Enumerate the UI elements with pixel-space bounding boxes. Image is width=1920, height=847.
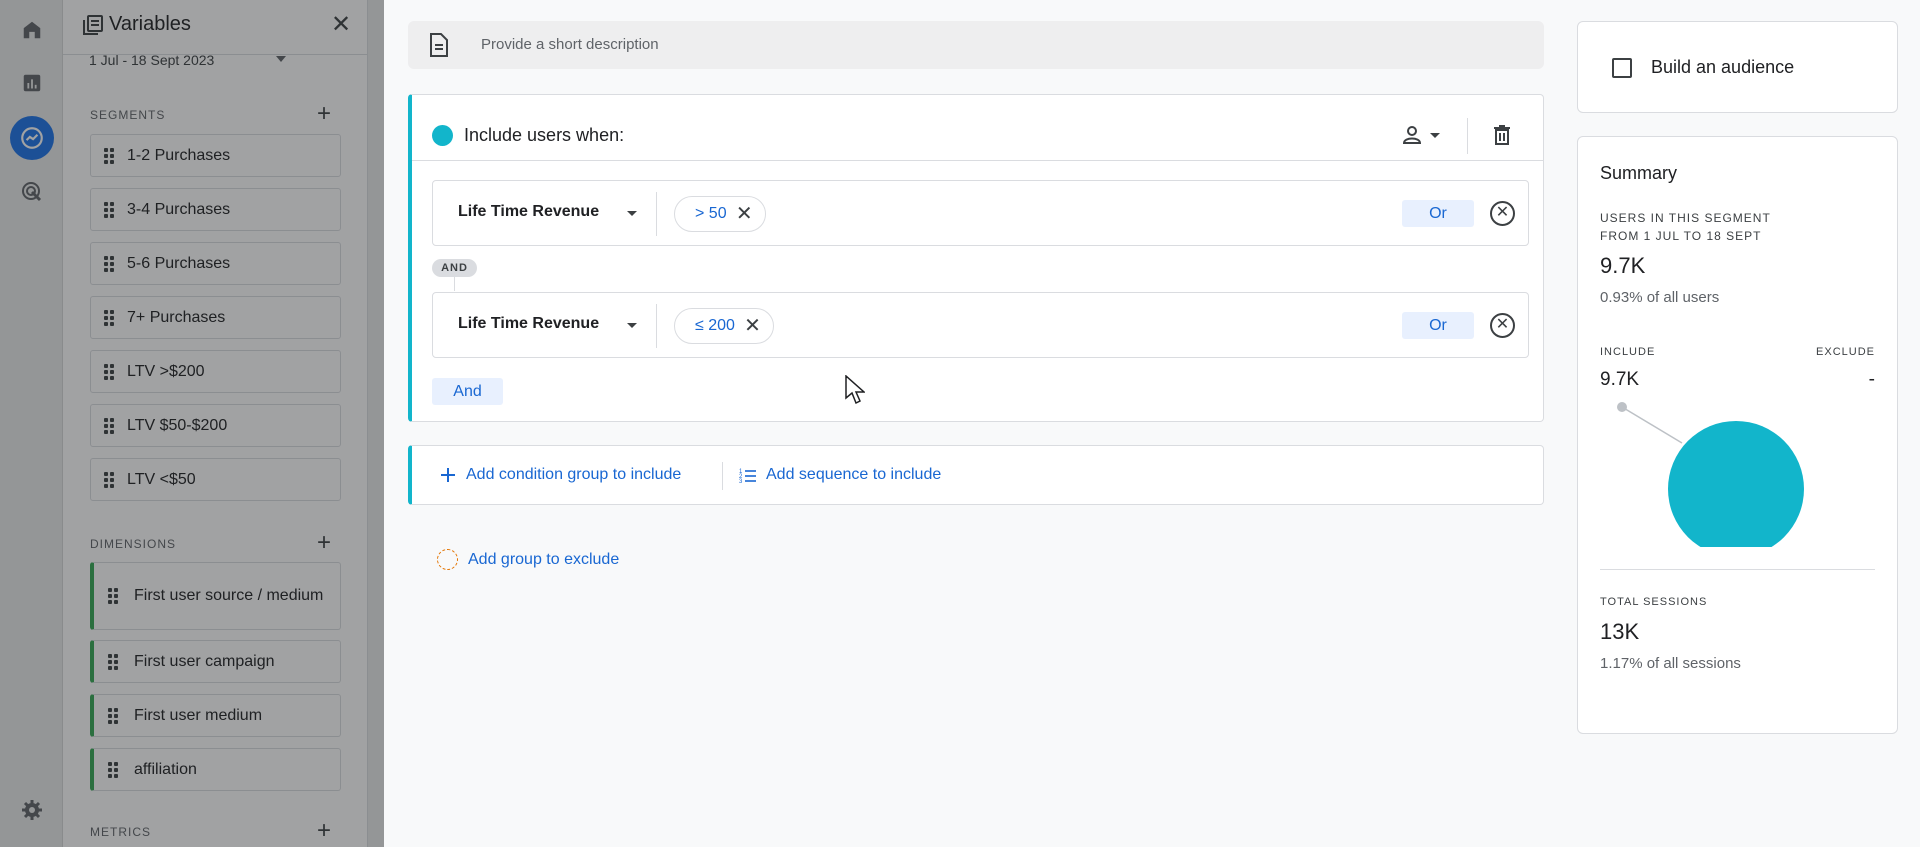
chevron-down-icon[interactable] <box>627 211 637 216</box>
condition-value-chip[interactable]: > 50 ✕ <box>674 196 766 232</box>
summary-card: Summary USERS IN THIS SEGMENT FROM 1 JUL… <box>1577 136 1898 734</box>
sessions-label: TOTAL SESSIONS <box>1600 596 1708 608</box>
sequence-icon: 123 <box>738 465 758 485</box>
include-slice <box>1668 421 1804 547</box>
exclude-group-icon <box>437 549 458 570</box>
add-include-actions: Add condition group to include 123 Add s… <box>408 445 1544 505</box>
add-exclude-group-button[interactable]: Add group to exclude <box>437 549 619 570</box>
add-condition-group-button[interactable]: Add condition group to include <box>438 465 681 485</box>
add-condition-group-label: Add condition group to include <box>466 466 682 483</box>
close-icon[interactable]: ✕ <box>736 197 753 231</box>
add-sequence-button[interactable]: 123 Add sequence to include <box>738 465 941 485</box>
summary-divider <box>1600 569 1875 570</box>
include-group-title: Include users when: <box>464 125 625 145</box>
add-sequence-label: Add sequence to include <box>766 466 942 483</box>
description-field[interactable]: Provide a short description <box>408 21 1544 69</box>
trash-icon[interactable] <box>1490 123 1514 147</box>
condition-row: Life Time Revenue ≤ 200 ✕ Or ✕ <box>432 292 1529 358</box>
users-share: 0.93% of all users <box>1600 289 1720 306</box>
modal-scrim[interactable] <box>0 0 384 847</box>
build-audience-label[interactable]: Build an audience <box>1651 57 1794 78</box>
include-group-header: Include users when: <box>412 95 1544 161</box>
condition-row: Life Time Revenue > 50 ✕ Or ✕ <box>432 180 1529 246</box>
mouse-cursor-icon <box>845 375 865 405</box>
close-icon[interactable]: ✕ <box>744 309 761 343</box>
user-scope-icon[interactable] <box>1400 123 1450 147</box>
actions-divider <box>722 462 723 490</box>
svg-text:3: 3 <box>739 479 743 483</box>
include-label: INCLUDE <box>1600 346 1656 358</box>
exclude-label: EXCLUDE <box>1816 346 1875 358</box>
description-icon <box>428 33 450 57</box>
or-button[interactable]: Or <box>1402 200 1474 227</box>
remove-condition-icon[interactable]: ✕ <box>1490 313 1515 338</box>
header-divider <box>1467 118 1468 154</box>
condition-dimension[interactable]: Life Time Revenue <box>458 315 599 333</box>
remove-condition-icon[interactable]: ✕ <box>1490 201 1515 226</box>
segment-pie-chart <box>1617 402 1804 547</box>
users-date-label: FROM 1 JUL TO 18 SEPT <box>1600 229 1762 243</box>
connector-line <box>454 277 455 291</box>
add-icon <box>438 465 458 485</box>
pie-leader-line <box>1621 406 1683 444</box>
condition-value: > 50 <box>695 205 727 222</box>
and-connector: AND <box>432 259 477 277</box>
group-color-dot <box>432 125 453 146</box>
condition-dimension[interactable]: Life Time Revenue <box>458 203 599 221</box>
build-audience-card: Build an audience <box>1577 21 1898 113</box>
condition-divider <box>656 304 657 348</box>
build-audience-checkbox[interactable] <box>1612 58 1632 78</box>
users-value: 9.7K <box>1600 253 1646 278</box>
summary-title: Summary <box>1600 163 1678 183</box>
condition-value-chip[interactable]: ≤ 200 ✕ <box>674 308 774 344</box>
sessions-value: 13K <box>1600 619 1640 644</box>
description-placeholder[interactable]: Provide a short description <box>481 36 659 53</box>
users-segment-label: USERS IN THIS SEGMENT <box>1600 211 1771 225</box>
include-condition-group: Include users when: Life Time Revenue > … <box>408 94 1544 422</box>
or-button[interactable]: Or <box>1402 312 1474 339</box>
condition-value: ≤ 200 <box>695 317 735 334</box>
condition-divider <box>656 192 657 236</box>
add-exclude-label: Add group to exclude <box>468 550 620 568</box>
and-button[interactable]: And <box>432 378 503 405</box>
chevron-down-icon[interactable] <box>627 323 637 328</box>
sessions-share: 1.17% of all sessions <box>1600 655 1741 672</box>
